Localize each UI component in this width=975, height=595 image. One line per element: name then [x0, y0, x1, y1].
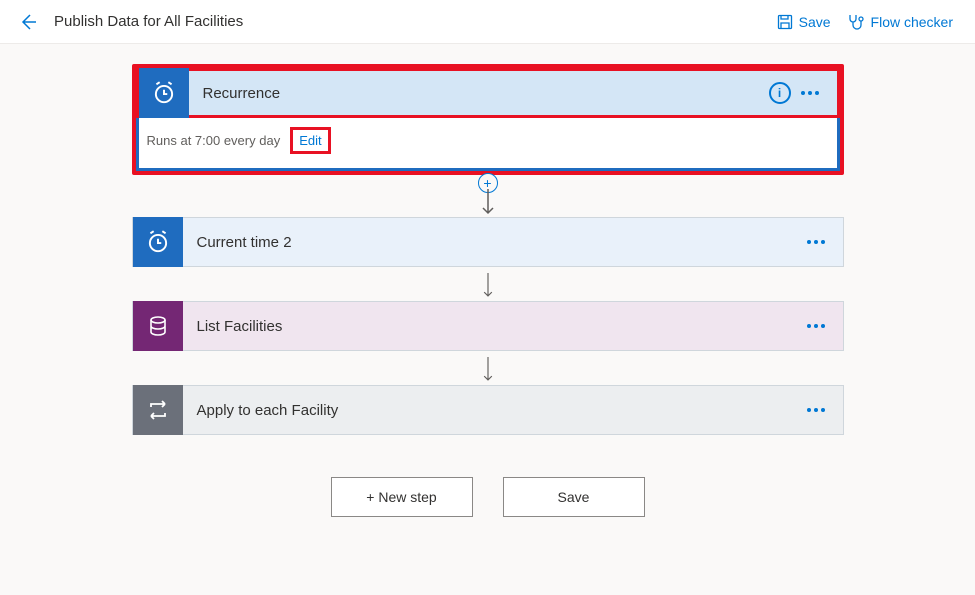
step-current-time[interactable]: Current time 2 [132, 217, 844, 267]
topbar: Publish Data for All Facilities Save Flo… [0, 0, 975, 44]
arrow-down-icon [480, 189, 496, 217]
connector-add: + [478, 175, 498, 217]
flow-checker-label: Flow checker [871, 14, 953, 30]
stethoscope-icon [847, 13, 865, 31]
step-apply-each[interactable]: Apply to each Facility [132, 385, 844, 435]
recurrence-summary: Runs at 7:00 every day [147, 133, 281, 148]
save-button-top[interactable]: Save [769, 8, 839, 36]
more-menu-button[interactable] [807, 240, 825, 244]
footer-actions: + New step Save [331, 477, 645, 517]
step-header[interactable]: Current time 2 [132, 217, 844, 267]
database-icon [133, 301, 183, 351]
step-header[interactable]: List Facilities [132, 301, 844, 351]
info-icon[interactable]: i [769, 82, 791, 104]
step-list-facilities[interactable]: List Facilities [132, 301, 844, 351]
step-body: Runs at 7:00 every day Edit [139, 115, 837, 168]
page-title: Publish Data for All Facilities [54, 13, 243, 30]
edit-link[interactable]: Edit [290, 127, 330, 154]
more-menu-button[interactable] [807, 324, 825, 328]
clock-icon [133, 217, 183, 267]
arrow-down-icon [480, 351, 496, 385]
step-title: List Facilities [183, 318, 807, 335]
step-header[interactable]: Recurrence i [136, 68, 840, 118]
step-title: Current time 2 [183, 234, 807, 251]
flow-checker-button[interactable]: Flow checker [839, 7, 961, 37]
loop-icon [133, 385, 183, 435]
new-step-button[interactable]: + New step [331, 477, 473, 517]
step-recurrence[interactable]: Recurrence i Runs at 7:00 every day Edit [132, 64, 844, 175]
save-label: Save [799, 14, 831, 30]
step-header[interactable]: Apply to each Facility [132, 385, 844, 435]
save-button-bottom[interactable]: Save [503, 477, 645, 517]
step-title: Apply to each Facility [183, 402, 807, 419]
arrow-left-icon [18, 12, 38, 32]
clock-icon [139, 68, 189, 118]
back-button[interactable] [14, 8, 42, 36]
arrow-down-icon [480, 267, 496, 301]
step-title: Recurrence [189, 85, 769, 102]
flow-canvas: Recurrence i Runs at 7:00 every day Edit… [0, 44, 975, 517]
more-menu-button[interactable] [801, 91, 819, 95]
save-icon [777, 14, 793, 30]
more-menu-button[interactable] [807, 408, 825, 412]
